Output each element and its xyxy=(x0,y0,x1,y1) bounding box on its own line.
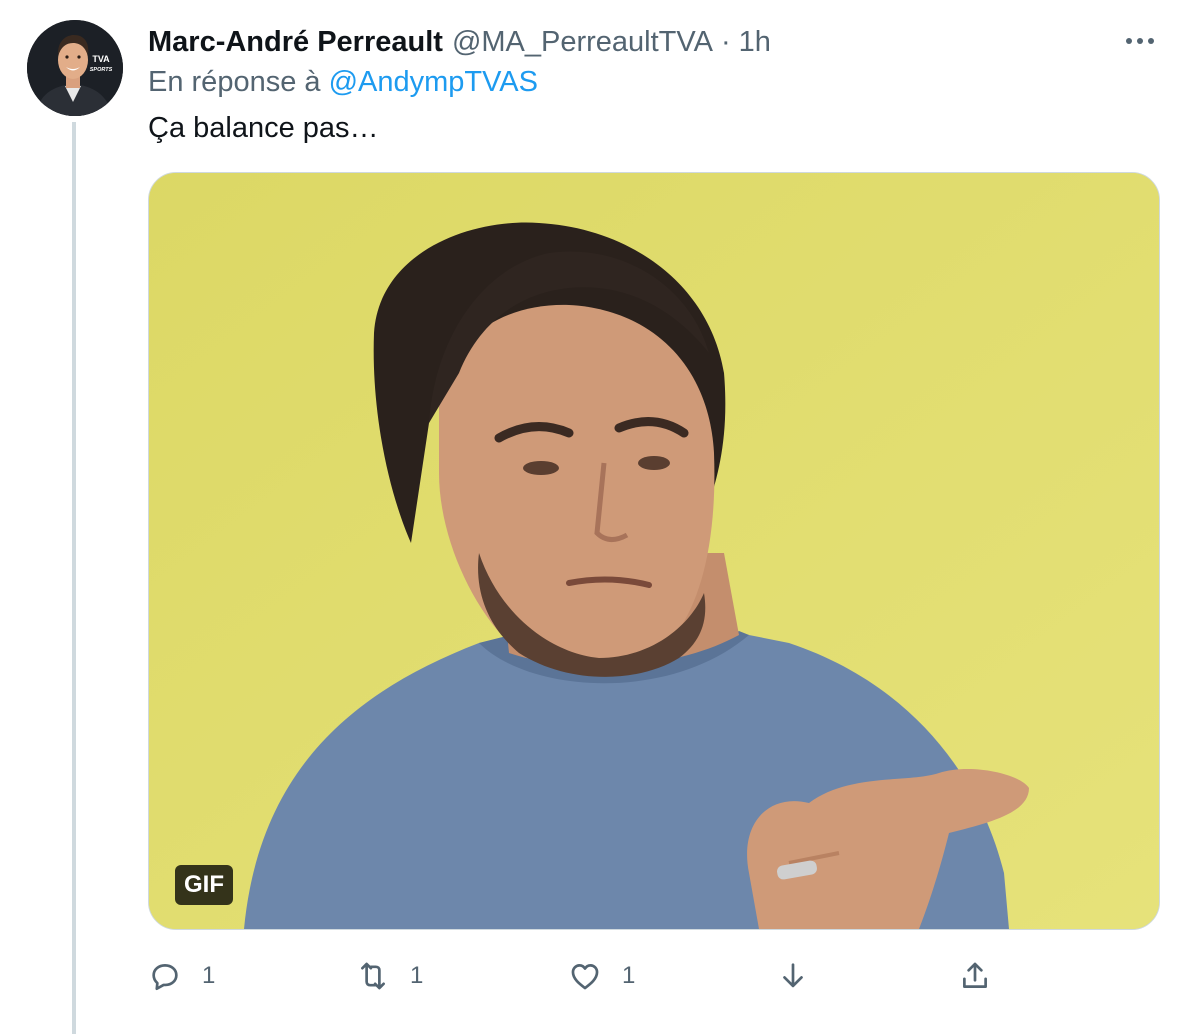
gif-badge: GIF xyxy=(175,865,233,905)
like-count: 1 xyxy=(622,962,636,989)
author-handle[interactable]: @MA_PerreaultTVA xyxy=(452,26,713,59)
bookmark-button[interactable] xyxy=(776,952,810,1000)
reply-prefix: En réponse à xyxy=(148,66,321,98)
avatar-logo-subtext: SPORTS xyxy=(90,67,113,73)
gif-frame-image xyxy=(149,173,1159,929)
tweet: TVA SPORTS Marc-André Perreault @MA_Perr… xyxy=(0,0,1188,1034)
heart-icon xyxy=(571,964,599,990)
tweet-header: Marc-André Perreault @MA_PerreaultTVA · … xyxy=(148,22,771,62)
thread-line xyxy=(72,122,76,1034)
tweet-gif[interactable]: GIF xyxy=(148,172,1160,930)
tweet-timestamp[interactable]: 1h xyxy=(739,26,771,59)
reply-mention-link[interactable]: @AndympTVAS xyxy=(329,66,538,98)
reply-count: 1 xyxy=(202,962,216,989)
like-button[interactable]: 1 xyxy=(568,952,635,1000)
more-options-icon[interactable] xyxy=(1120,24,1160,58)
reply-button[interactable]: 1 xyxy=(148,952,215,1000)
reply-icon xyxy=(152,964,178,991)
reply-context: En réponse à @AndympTVAS xyxy=(148,66,538,99)
retweet-button[interactable]: 1 xyxy=(356,952,423,1000)
author-avatar[interactable]: TVA SPORTS xyxy=(27,20,123,116)
share-button[interactable] xyxy=(958,952,992,1000)
header-separator: · xyxy=(720,25,731,58)
avatar-image: TVA SPORTS xyxy=(27,20,123,116)
tweet-text: Ça balance pas… xyxy=(148,112,379,144)
avatar-logo-text: TVA xyxy=(92,54,110,64)
retweet-icon xyxy=(361,962,385,990)
author-display-name[interactable]: Marc-André Perreault xyxy=(148,26,443,59)
retweet-count: 1 xyxy=(410,962,424,989)
tweet-actions: 1 1 1 xyxy=(148,952,1008,1000)
download-arrow-icon xyxy=(783,963,803,988)
share-icon xyxy=(963,962,987,988)
